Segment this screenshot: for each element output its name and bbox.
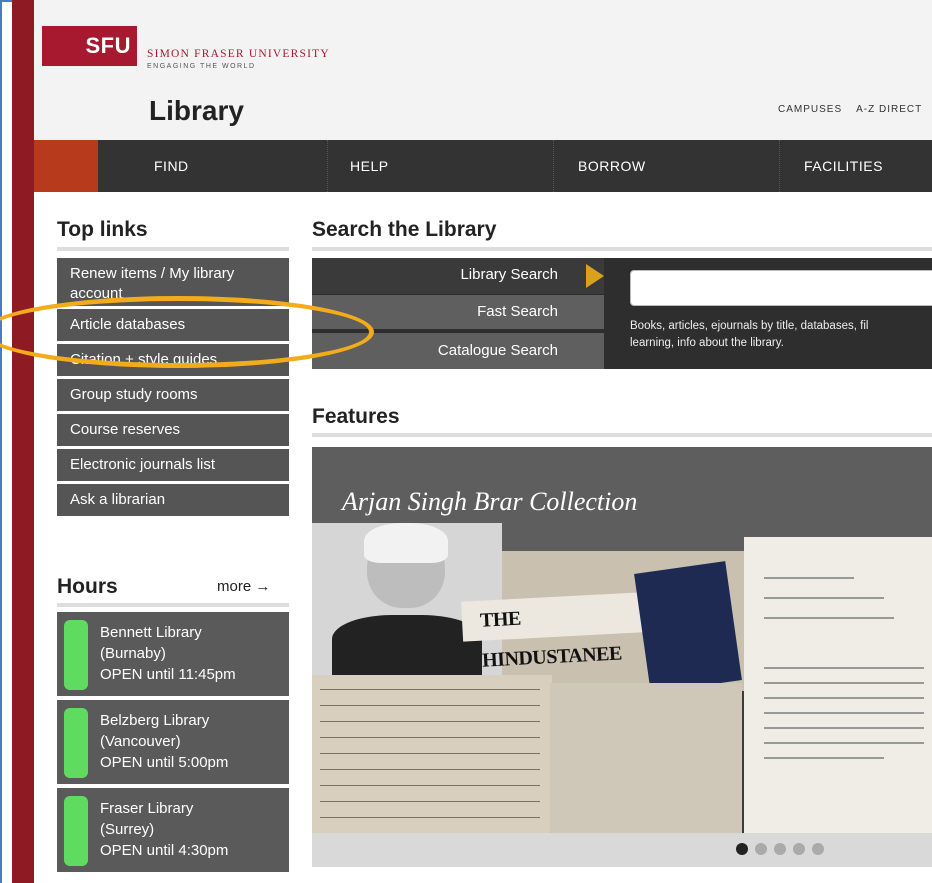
library-status: OPEN until 11:45pm bbox=[100, 666, 236, 683]
handwritten-document bbox=[312, 675, 552, 833]
utility-nav: CAMPUSES A-Z DIRECT bbox=[778, 104, 932, 115]
tab-library-search[interactable]: Library Search bbox=[312, 258, 604, 294]
sfu-logo[interactable]: SFU bbox=[42, 26, 137, 66]
nav-item-borrow[interactable]: BORROW bbox=[554, 140, 780, 192]
hours-card-belzberg[interactable]: Belzberg Library (Vancouver) OPEN until … bbox=[57, 700, 289, 784]
library-location: (Surrey) bbox=[100, 821, 155, 838]
carousel-dot[interactable] bbox=[793, 843, 805, 855]
hand-text-line bbox=[320, 769, 540, 770]
hours-heading: Hours bbox=[57, 575, 118, 598]
top-links-list: Renew items / My library account Article… bbox=[57, 258, 289, 519]
letter-text-line bbox=[764, 667, 924, 669]
letter-text-line bbox=[764, 597, 884, 599]
hand-text-line bbox=[320, 721, 540, 722]
nav-item-facilities[interactable]: FACILITIES bbox=[780, 140, 932, 192]
link-group-study-rooms[interactable]: Group study rooms bbox=[57, 379, 289, 411]
tab-fast-search[interactable]: Fast Search bbox=[312, 295, 604, 329]
page-title[interactable]: Library bbox=[149, 95, 244, 127]
identity-document bbox=[550, 683, 742, 833]
carousel-dot[interactable] bbox=[755, 843, 767, 855]
library-status: OPEN until 5:00pm bbox=[100, 754, 229, 771]
hand-text-line bbox=[320, 737, 540, 738]
tab-catalogue-search[interactable]: Catalogue Search bbox=[312, 333, 604, 369]
hand-text-line bbox=[320, 705, 540, 706]
top-links-heading: Top links bbox=[57, 218, 148, 241]
features-rule bbox=[312, 433, 932, 437]
link-ask-librarian[interactable]: Ask a librarian bbox=[57, 484, 289, 516]
nav-item-find[interactable]: FIND bbox=[98, 140, 328, 192]
link-course-reserves[interactable]: Course reserves bbox=[57, 414, 289, 446]
hours-more-link[interactable]: more → bbox=[217, 578, 270, 595]
hours-list: Bennett Library (Burnaby) OPEN until 11:… bbox=[57, 612, 289, 876]
nav-item-help[interactable]: HELP bbox=[328, 140, 554, 192]
open-status-indicator bbox=[64, 708, 88, 778]
letter-text-line bbox=[764, 712, 924, 714]
left-accent-bar bbox=[12, 0, 34, 883]
portrait-suit bbox=[332, 615, 482, 675]
letter-text-line bbox=[764, 577, 854, 579]
hours-card-fraser[interactable]: Fraser Library (Surrey) OPEN until 4:30p… bbox=[57, 788, 289, 872]
hand-text-line bbox=[320, 753, 540, 754]
link-citation-guides[interactable]: Citation + style guides bbox=[57, 344, 289, 376]
hours-text: Belzberg Library (Vancouver) OPEN until … bbox=[100, 710, 228, 773]
search-rule bbox=[312, 247, 932, 251]
hours-text: Bennett Library (Burnaby) OPEN until 11:… bbox=[100, 622, 236, 685]
hours-rule bbox=[57, 603, 289, 607]
slide-title[interactable]: Arjan Singh Brar Collection bbox=[342, 487, 637, 517]
hours-text: Fraser Library (Surrey) OPEN until 4:30p… bbox=[100, 798, 228, 861]
features-carousel: THE HINDUSTANEE Arjan Singh Brar Collect… bbox=[312, 447, 932, 867]
hand-text-line bbox=[320, 801, 540, 802]
top-links-rule bbox=[57, 247, 289, 251]
search-hint: Books, articles, ejournals by title, dat… bbox=[630, 318, 932, 352]
library-name: Bennett Library bbox=[100, 624, 202, 641]
library-location: (Vancouver) bbox=[100, 733, 181, 750]
library-status: OPEN until 4:30pm bbox=[100, 842, 229, 859]
nav-accent-block bbox=[34, 140, 98, 192]
util-link-az-directory[interactable]: A-Z DIRECT bbox=[856, 104, 922, 115]
library-name: Belzberg Library bbox=[100, 712, 210, 729]
letter-text-line bbox=[764, 697, 924, 699]
hand-text-line bbox=[320, 785, 540, 786]
newspaper-masthead: THE HINDUSTANEE bbox=[461, 592, 643, 672]
carousel-pagination bbox=[736, 843, 824, 855]
letter-text-line bbox=[764, 742, 924, 744]
link-article-databases[interactable]: Article databases bbox=[57, 309, 289, 341]
letter-text-line bbox=[764, 682, 924, 684]
letter-text-line bbox=[764, 757, 884, 759]
search-input[interactable] bbox=[630, 270, 932, 306]
features-heading: Features bbox=[312, 405, 400, 428]
search-hint-line: learning, info about the library. bbox=[630, 337, 784, 349]
link-electronic-journals[interactable]: Electronic journals list bbox=[57, 449, 289, 481]
portrait-turban bbox=[364, 523, 448, 563]
link-renew-items[interactable]: Renew items / My library account bbox=[57, 258, 289, 306]
portrait-photo bbox=[312, 523, 502, 675]
library-location: (Burnaby) bbox=[100, 645, 166, 662]
letter-text-line bbox=[764, 727, 924, 729]
feature-slide-image[interactable]: THE HINDUSTANEE Arjan Singh Brar Collect… bbox=[312, 447, 932, 833]
search-heading: Search the Library bbox=[312, 218, 497, 241]
active-tab-arrow-icon bbox=[586, 264, 604, 288]
carousel-dot[interactable] bbox=[736, 843, 748, 855]
hand-text-line bbox=[320, 689, 540, 690]
university-tagline: ENGAGING THE WORLD bbox=[147, 63, 256, 70]
hand-text-line bbox=[320, 817, 540, 818]
university-name[interactable]: SIMON FRASER UNIVERSITY bbox=[147, 48, 330, 60]
main-nav: FIND HELP BORROW FACILITIES bbox=[34, 140, 932, 192]
carousel-dot[interactable] bbox=[774, 843, 786, 855]
library-name: Fraser Library bbox=[100, 800, 194, 817]
open-status-indicator bbox=[64, 796, 88, 866]
search-hint-line: Books, articles, ejournals by title, dat… bbox=[630, 320, 869, 332]
util-link-campuses[interactable]: CAMPUSES bbox=[778, 104, 842, 115]
letter-image bbox=[744, 537, 932, 833]
open-status-indicator bbox=[64, 620, 88, 690]
hours-card-bennett[interactable]: Bennett Library (Burnaby) OPEN until 11:… bbox=[57, 612, 289, 696]
passport-image bbox=[634, 561, 742, 693]
letter-text-line bbox=[764, 617, 894, 619]
carousel-dot[interactable] bbox=[812, 843, 824, 855]
